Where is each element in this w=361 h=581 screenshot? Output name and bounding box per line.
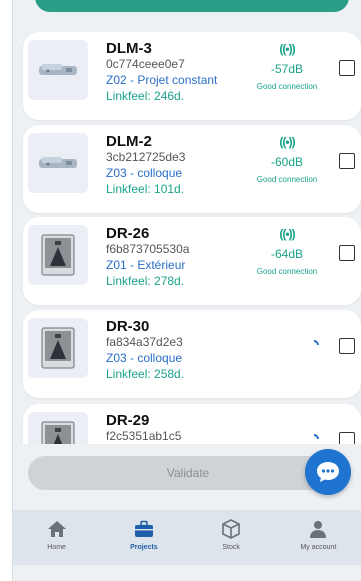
person-icon [308, 518, 328, 540]
home-icon [47, 518, 67, 540]
device-card[interactable]: DLM-3 0c774ceee0e7 Z02 - Projet constant… [23, 32, 361, 120]
device-thumbnail [28, 225, 88, 285]
signal-indicator: ((•)) -57dB Good connection [245, 42, 329, 91]
device-zone: Z01 - Extérieur [106, 258, 186, 272]
device-id: 3cb212725de3 [106, 150, 186, 164]
device-checkbox[interactable] [339, 153, 355, 169]
bottom-nav: Home Projects Stock My account [13, 510, 361, 565]
signal-db: -57dB [270, 62, 304, 76]
dlm-device-icon [39, 157, 77, 168]
device-linkfeel: Linkfeel: 101d. [106, 182, 185, 196]
briefcase-icon [134, 518, 154, 540]
connection-status: Good connection [256, 175, 318, 184]
device-card[interactable]: DR-29 f2c5351ab1c5 [23, 404, 361, 444]
signal-wave-icon: ((•)) [279, 227, 295, 241]
device-card[interactable]: DLM-2 3cb212725de3 Z03 - colloque Linkfe… [23, 125, 361, 213]
signal-indicator: ((•)) -64dB Good connection [245, 227, 329, 276]
bottom-spacer [13, 565, 361, 581]
device-thumbnail [28, 412, 88, 444]
device-id: f2c5351ab1c5 [106, 429, 182, 443]
device-zone: Z03 - colloque [106, 351, 183, 365]
signal-db: -60dB [270, 155, 304, 169]
device-name: DR-26 [106, 225, 150, 242]
signal-wave-icon: ((•)) [279, 135, 295, 149]
device-checkbox[interactable] [339, 338, 355, 354]
header-strip [35, 0, 349, 12]
loading-spinner-icon [306, 431, 322, 444]
device-checkbox[interactable] [339, 245, 355, 261]
validate-button[interactable]: Validate [28, 456, 348, 490]
dr-device-icon [41, 421, 75, 444]
signal-wave-icon: ((•)) [279, 42, 295, 56]
dr-device-icon [41, 327, 75, 369]
nav-my-account-label: My account [300, 544, 337, 551]
device-thumbnail [28, 40, 88, 100]
connection-status: Good connection [256, 267, 318, 276]
signal-db: -64dB [270, 247, 304, 261]
device-linkfeel: Linkfeel: 246d. [106, 89, 185, 103]
device-name: DR-30 [106, 318, 150, 335]
chat-button[interactable] [305, 449, 351, 495]
device-card[interactable]: DR-26 f6b873705530a Z01 - Extérieur Link… [23, 217, 361, 305]
device-checkbox[interactable] [339, 432, 355, 444]
nav-my-account[interactable]: My account [275, 510, 361, 565]
dlm-device-icon [39, 64, 77, 75]
nav-stock-label: Stock [222, 544, 240, 551]
box-icon [221, 518, 241, 540]
device-name: DLM-2 [106, 133, 152, 150]
device-zone: Z03 - colloque [106, 166, 183, 180]
device-thumbnail [28, 133, 88, 193]
chat-bubble-icon [317, 462, 339, 482]
loading-spinner-icon [306, 337, 322, 353]
app-screen: DLM-3 0c774ceee0e7 Z02 - Projet constant… [12, 0, 361, 581]
device-list[interactable]: DLM-3 0c774ceee0e7 Z02 - Projet constant… [13, 0, 361, 444]
device-thumbnail [28, 318, 88, 378]
device-name: DR-29 [106, 412, 150, 429]
device-linkfeel: Linkfeel: 278d. [106, 274, 185, 288]
connection-status: Good connection [256, 82, 318, 91]
device-name: DLM-3 [106, 40, 152, 57]
signal-indicator: ((•)) -60dB Good connection [245, 135, 329, 184]
device-id: fa834a37d2e3 [106, 335, 183, 349]
dr-device-icon [41, 234, 75, 276]
device-id: 0c774ceee0e7 [106, 57, 185, 71]
device-checkbox[interactable] [339, 60, 355, 76]
nav-projects-label: Projects [130, 544, 158, 551]
device-zone: Z02 - Projet constant [106, 73, 218, 87]
device-id: f6b873705530a [106, 242, 190, 256]
nav-stock[interactable]: Stock [188, 510, 275, 565]
device-card[interactable]: DR-30 fa834a37d2e3 Z03 - colloque Linkfe… [23, 310, 361, 398]
device-linkfeel: Linkfeel: 258d. [106, 367, 185, 381]
nav-home-label: Home [47, 544, 66, 551]
nav-projects[interactable]: Projects [100, 510, 187, 565]
nav-home[interactable]: Home [13, 510, 100, 565]
